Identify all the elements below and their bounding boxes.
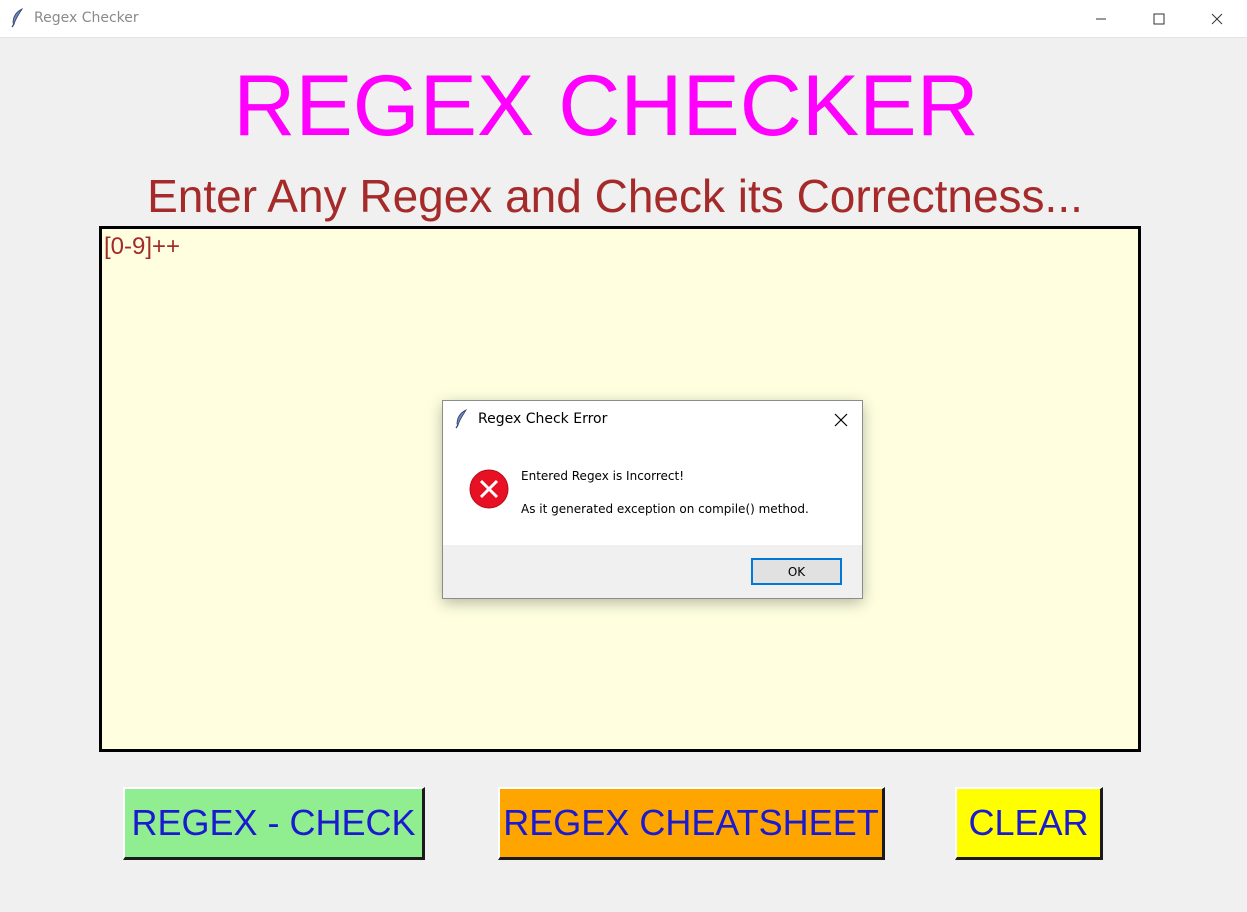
ok-button[interactable]: OK <box>751 558 842 585</box>
window-close-button[interactable] <box>1188 0 1246 38</box>
window-title: Regex Checker <box>34 10 139 26</box>
maximize-button[interactable] <box>1130 0 1188 38</box>
clear-button[interactable]: CLEAR <box>955 787 1103 860</box>
feather-icon <box>455 409 468 429</box>
app-title: REGEX CHECKER <box>233 58 979 154</box>
window-titlebar: Regex Checker <box>0 0 1247 38</box>
regex-check-button[interactable]: REGEX - CHECK <box>123 787 425 860</box>
dialog-footer: OK <box>443 545 862 598</box>
maximize-icon <box>1153 13 1165 25</box>
error-dialog: Regex Check Error Entered Regex is Incor… <box>442 400 863 599</box>
minimize-button[interactable] <box>1072 0 1130 38</box>
dialog-title: Regex Check Error <box>478 411 608 427</box>
dialog-message-secondary: As it generated exception on compile() m… <box>521 502 809 516</box>
regex-cheatsheet-button[interactable]: REGEX CHEATSHEET <box>498 787 885 860</box>
minimize-icon <box>1096 18 1106 20</box>
close-icon <box>834 413 848 427</box>
dialog-message-primary: Entered Regex is Incorrect! <box>521 469 685 483</box>
dialog-close-button[interactable] <box>828 407 854 433</box>
app-subtitle: Enter Any Regex and Check its Correctnes… <box>147 170 1083 222</box>
close-icon <box>1211 13 1223 25</box>
feather-icon <box>11 8 24 28</box>
error-icon <box>469 469 509 509</box>
